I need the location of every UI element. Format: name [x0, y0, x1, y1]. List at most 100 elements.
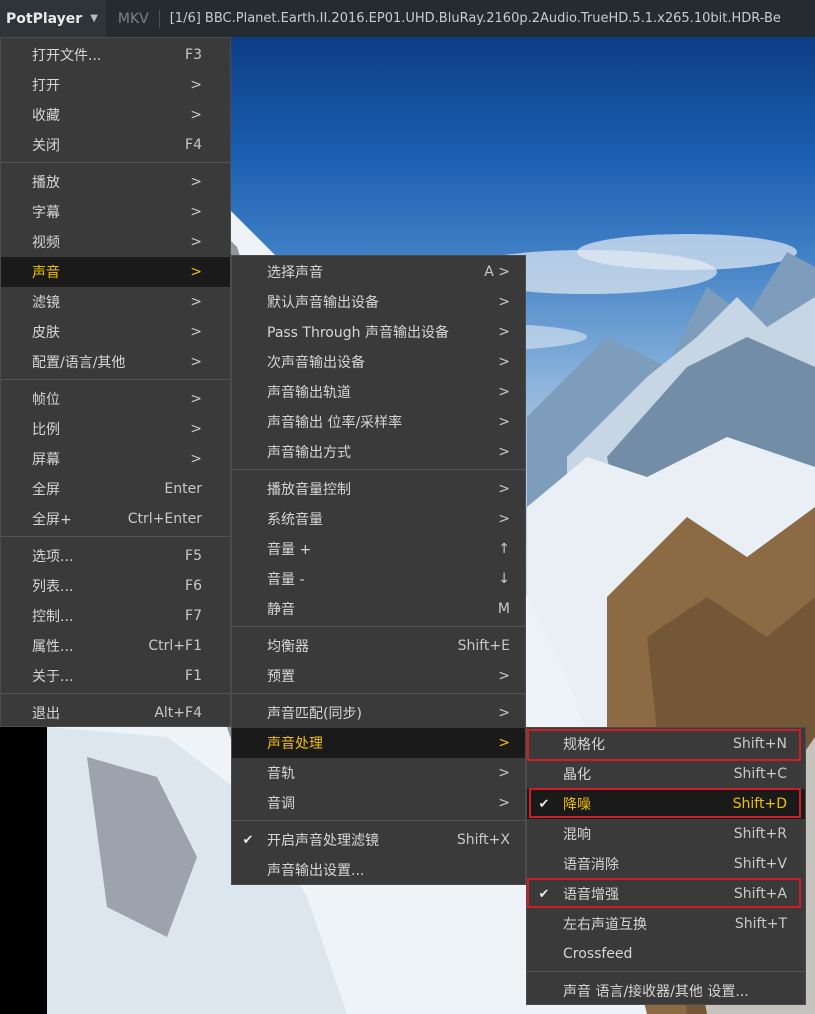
audio_menu-item[interactable]: 声音匹配(同步) >: [232, 698, 525, 728]
main_menu-item[interactable]: 配置/语言/其他 >: [1, 347, 230, 377]
audio_menu-item[interactable]: 次声音输出设备 >: [232, 347, 525, 377]
audio_menu-item-shortcut: M: [497, 601, 510, 617]
window-title: [1/6] BBC.Planet.Earth.II.2016.EP01.UHD.…: [169, 11, 781, 26]
audio_menu-item[interactable]: Pass Through 声音输出设备 >: [232, 317, 525, 347]
processing_menu-item[interactable]: 左右声道互换 Shift+T: [527, 909, 805, 939]
audio_menu-item[interactable]: 声音输出方式 >: [232, 437, 525, 467]
main_menu-item[interactable]: 皮肤 >: [1, 317, 230, 347]
audio_menu-item[interactable]: 预置 >: [232, 661, 525, 691]
main_menu-item-label: 播放: [32, 175, 60, 191]
processing_menu-item-label: Crossfeed: [563, 946, 633, 962]
main_menu-item[interactable]: 字幕 >: [1, 197, 230, 227]
audio_menu-item[interactable]: 声音输出轨道 >: [232, 377, 525, 407]
audio_menu-item-label: 声音输出方式: [267, 445, 351, 461]
menu-separator: [232, 693, 525, 694]
main_menu-item-shortcut: F3: [185, 47, 202, 63]
main_menu-item[interactable]: 帧位 >: [1, 384, 230, 414]
processing_menu-item[interactable]: ✔ 降噪 Shift+D: [527, 789, 805, 819]
audio_menu-item[interactable]: 播放音量控制 >: [232, 474, 525, 504]
audio_menu-item[interactable]: 音轨 >: [232, 758, 525, 788]
processing_menu-item[interactable]: ✔ 语音增强 Shift+A: [527, 879, 805, 909]
main_menu-item-label: 控制...: [32, 609, 74, 625]
audio_menu-item[interactable]: 音量 + ↑: [232, 534, 525, 564]
processing_menu-item[interactable]: Crossfeed: [527, 939, 805, 969]
main_menu-item[interactable]: 比例 >: [1, 414, 230, 444]
processing_menu-item[interactable]: 晶化 Shift+C: [527, 759, 805, 789]
processing_menu-item-shortcut: Shift+R: [733, 826, 787, 842]
menu-separator: [1, 379, 230, 380]
main_menu-item[interactable]: 滤镜 >: [1, 287, 230, 317]
main_menu-item[interactable]: 列表... F6: [1, 571, 230, 601]
audio_menu-item[interactable]: 系统音量 >: [232, 504, 525, 534]
app-menu-button[interactable]: PotPlayer ▼: [0, 0, 106, 37]
main_menu-item[interactable]: 关于... F1: [1, 661, 230, 691]
main_menu-item[interactable]: 播放 >: [1, 167, 230, 197]
checkmark-icon: ✔: [242, 832, 254, 848]
audio_menu-item[interactable]: ✔ 开启声音处理滤镜 Shift+X: [232, 825, 525, 855]
processing_menu-item[interactable]: 语音消除 Shift+V: [527, 849, 805, 879]
title-divider: [158, 9, 160, 28]
main_menu-item-shortcut: >: [190, 204, 202, 220]
main_menu-item-shortcut: Ctrl+Enter: [127, 511, 202, 527]
audio_menu-item-shortcut: >: [498, 414, 510, 430]
audio_menu-item-shortcut: >: [498, 735, 510, 751]
audio_menu-item[interactable]: 声音处理 >: [232, 728, 525, 758]
audio_menu-item-shortcut: >: [498, 294, 510, 310]
audio_menu-item-shortcut: Shift+E: [457, 638, 510, 654]
title-bar: PotPlayer ▼ MKV [1/6] BBC.Planet.Earth.I…: [0, 0, 815, 37]
processing_menu-item-shortcut: Shift+C: [733, 766, 787, 782]
audio_menu-item-label: 声音输出轨道: [267, 385, 351, 401]
main_menu-item-shortcut: >: [190, 234, 202, 250]
main_menu-item[interactable]: 退出 Alt+F4: [1, 698, 230, 728]
audio_menu-item-shortcut: Shift+X: [456, 832, 510, 848]
audio-processing-submenu: 规格化 Shift+N 晶化 Shift+C ✔ 降噪 Shift+D 混响 Shift+R 语音…: [526, 727, 806, 1005]
audio_menu-item-shortcut: >: [498, 481, 510, 497]
audio_menu-item[interactable]: 声音输出设置...: [232, 855, 525, 885]
audio_menu-item-label: 次声音输出设备: [267, 355, 365, 371]
audio_menu-item[interactable]: 均衡器 Shift+E: [232, 631, 525, 661]
main_menu-item[interactable]: 关闭 F4: [1, 130, 230, 160]
audio_menu-item[interactable]: 音量 - ↓: [232, 564, 525, 594]
main_menu-item-shortcut: >: [190, 451, 202, 467]
audio_menu-item-shortcut: >: [498, 384, 510, 400]
audio_menu-item-shortcut: >: [498, 324, 510, 340]
main_menu-item-label: 皮肤: [32, 325, 60, 341]
checkmark-icon: ✔: [538, 796, 550, 812]
audio_menu-item-label: 静音: [267, 602, 295, 618]
main_menu-item[interactable]: 控制... F7: [1, 601, 230, 631]
main_menu-item[interactable]: 声音 >: [1, 257, 230, 287]
processing_menu-item[interactable]: 声音 语言/接收器/其他 设置...: [527, 976, 805, 1006]
audio_menu-item[interactable]: 选择声音 A >: [232, 257, 525, 287]
main_menu-item-shortcut: Enter: [164, 481, 202, 497]
audio_menu-item-label: 音调: [267, 796, 295, 812]
audio_menu-item-label: Pass Through 声音输出设备: [267, 325, 449, 341]
processing_menu-item-label: 规格化: [563, 737, 605, 753]
audio_menu-item-label: 选择声音: [267, 265, 323, 281]
processing_menu-item-label: 降噪: [563, 797, 591, 813]
audio_menu-item[interactable]: 默认声音输出设备 >: [232, 287, 525, 317]
audio_menu-item-label: 开启声音处理滤镜: [267, 833, 379, 849]
main_menu-item[interactable]: 全屏+ Ctrl+Enter: [1, 504, 230, 534]
main_menu-item-shortcut: >: [190, 421, 202, 437]
audio_menu-item-shortcut: >: [498, 795, 510, 811]
main_menu-item[interactable]: 屏幕 >: [1, 444, 230, 474]
audio_menu-item-shortcut: ↑: [498, 541, 510, 557]
main_menu-item[interactable]: 收藏 >: [1, 100, 230, 130]
audio_menu-item[interactable]: 声音输出 位率/采样率 >: [232, 407, 525, 437]
main_menu-item[interactable]: 打开 >: [1, 70, 230, 100]
audio_menu-item[interactable]: 静音 M: [232, 594, 525, 624]
main_menu-item[interactable]: 打开文件... F3: [1, 40, 230, 70]
main_menu-item[interactable]: 视频 >: [1, 227, 230, 257]
main_menu-item[interactable]: 选项... F5: [1, 541, 230, 571]
main_menu-item-shortcut: >: [190, 324, 202, 340]
audio_menu-item-shortcut: A >: [484, 264, 510, 280]
chevron-down-icon: ▼: [90, 13, 98, 24]
main_menu-item[interactable]: 属性... Ctrl+F1: [1, 631, 230, 661]
processing_menu-item[interactable]: 规格化 Shift+N: [527, 729, 805, 759]
main_menu-item-shortcut: F4: [185, 137, 202, 153]
processing_menu-item[interactable]: 混响 Shift+R: [527, 819, 805, 849]
main_menu-item-label: 全屏+: [32, 512, 72, 528]
main_menu-item-label: 全屏: [32, 482, 60, 498]
main_menu-item[interactable]: 全屏 Enter: [1, 474, 230, 504]
audio_menu-item[interactable]: 音调 >: [232, 788, 525, 818]
